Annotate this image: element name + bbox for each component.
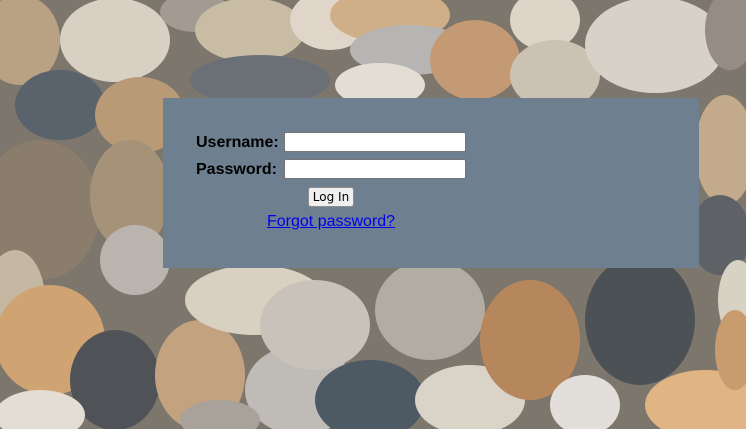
- password-input[interactable]: [284, 159, 466, 179]
- log-in-button[interactable]: Log In: [308, 187, 354, 207]
- password-label: Password:: [196, 161, 277, 178]
- username-input[interactable]: [284, 132, 466, 152]
- forgot-password-link[interactable]: Forgot password?: [267, 213, 395, 231]
- username-label: Username:: [196, 134, 279, 151]
- login-panel: Username: Password: Log In Forgot passwo…: [163, 98, 699, 268]
